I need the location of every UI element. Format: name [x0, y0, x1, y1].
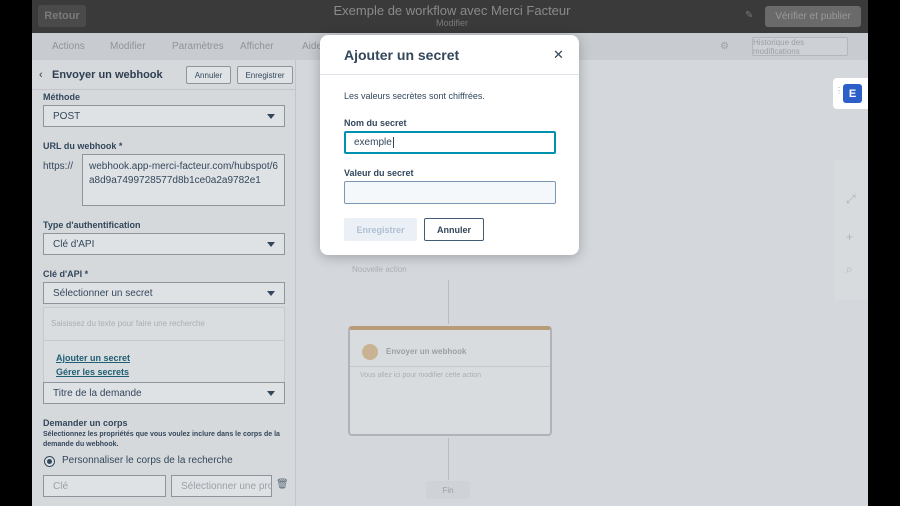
close-icon[interactable]: ✕ [553, 47, 564, 63]
zoom-in-icon[interactable]: + [846, 230, 853, 244]
header-select[interactable]: Titre de la demande [43, 382, 285, 404]
method-select[interactable]: POST [43, 105, 285, 127]
panel-title: Envoyer un webhook [52, 69, 163, 81]
webhook-icon [362, 344, 378, 360]
caret-down-icon [267, 391, 275, 396]
secret-value-label: Valeur du secret [344, 168, 414, 178]
edit-icon[interactable]: ✎ [745, 10, 755, 21]
panel-cancel-button[interactable]: Annuler [186, 66, 231, 84]
menu-item-view[interactable]: Afficher [240, 41, 274, 52]
workflow-subtitle: Modifier [435, 18, 468, 28]
body-label: Demander un corps [43, 418, 128, 428]
api-key-label: Clé d'API * [43, 269, 89, 279]
panel-save-button[interactable]: Enregistrer [237, 66, 293, 84]
modal-title: Ajouter un secret [344, 47, 460, 63]
card-title: Envoyer un webhook [386, 347, 467, 356]
settings-icon[interactable]: ⚙ [720, 41, 729, 52]
method-label: Méthode [43, 92, 80, 102]
expand-icon[interactable]: ⤢ [846, 192, 856, 207]
card-text: Vous allez ici pour modifier cette actio… [360, 372, 482, 379]
api-key-select[interactable]: Sélectionner un secret [43, 282, 285, 304]
panel-header: ‹ Envoyer un webhook Annuler Enregistrer [32, 60, 296, 90]
caret-down-icon [267, 291, 275, 296]
menu-item-settings[interactable]: Paramètres [172, 41, 224, 52]
workflow-title[interactable]: Exemple de workflow avec Merci Facteur [322, 3, 582, 18]
add-secret-modal: Ajouter un secret ✕ Les valeurs secrètes… [320, 35, 579, 255]
divider [350, 366, 550, 367]
header-value: Titre de la demande [53, 387, 142, 399]
drag-handle-icon[interactable]: ⋮ [835, 87, 843, 95]
back-button[interactable]: Retour [38, 5, 86, 27]
customize-body-radio[interactable] [44, 456, 55, 467]
key-input[interactable]: Clé [43, 475, 166, 497]
body-description: Sélectionnez les propriétés que vous vou… [43, 431, 280, 448]
zoom-search-icon[interactable]: ⌕ [846, 262, 853, 277]
extension-widget[interactable]: ⋮ E [833, 78, 868, 109]
history-button[interactable]: Historique des modifications [752, 37, 848, 56]
secret-dropdown: Saisissez du texte pour faire une recher… [43, 307, 285, 387]
property-select[interactable]: Sélectionner une propriété [171, 475, 272, 497]
method-value: POST [53, 110, 81, 122]
url-label: URL du webhook * [43, 141, 123, 151]
trash-icon[interactable]: 🗑 [276, 479, 289, 490]
webhook-action-card[interactable]: Envoyer un webhook Vous allez ici pour m… [348, 326, 552, 436]
auth-select[interactable]: Clé d'API [43, 233, 285, 255]
customize-body-label: Personnaliser le corps de la recherche [62, 455, 233, 466]
connector-line [448, 438, 449, 480]
auth-label: Type d'authentification [43, 220, 141, 230]
end-node[interactable]: Fin [426, 481, 470, 499]
api-key-value: Sélectionner un secret [53, 287, 153, 299]
text-cursor [392, 137, 394, 148]
add-secret-link[interactable]: Ajouter un secret [56, 353, 130, 363]
canvas-node-row[interactable]: Nouvelle action [352, 265, 407, 274]
action-panel: ‹ Envoyer un webhook Annuler Enregistrer… [32, 60, 296, 506]
url-prefix: https:// [43, 161, 74, 172]
menu-item-help[interactable]: Aide [302, 41, 322, 52]
secret-search-input[interactable]: Saisissez du texte pour faire une recher… [51, 319, 205, 328]
caret-down-icon [267, 114, 275, 119]
caret-down-icon [267, 242, 275, 247]
canvas-row-text: Nouvelle action [352, 265, 407, 274]
divider [44, 340, 284, 341]
menu-item-actions[interactable]: Actions [52, 41, 85, 52]
chevron-left-icon[interactable]: ‹ [39, 69, 43, 81]
modal-save-button[interactable]: Enregistrer [344, 218, 417, 241]
modal-cancel-button[interactable]: Annuler [424, 218, 484, 241]
review-publish-button[interactable]: Vérifier et publier [765, 6, 861, 27]
menu-item-edit[interactable]: Modifier [110, 41, 146, 52]
secret-name-input[interactable]: exemple [344, 131, 556, 154]
secret-name-value: exemple [354, 137, 392, 148]
divider [320, 74, 579, 75]
modal-note: Les valeurs secrètes sont chiffrées. [344, 91, 485, 101]
secret-value-input[interactable] [344, 181, 556, 204]
url-input[interactable]: webhook.app-merci-facteur.com/hubspot/6a… [82, 154, 285, 206]
connector-line [448, 280, 449, 324]
manage-secrets-link[interactable]: Gérer les secrets [56, 367, 129, 377]
top-bar: Retour Exemple de workflow avec Merci Fa… [32, 0, 868, 33]
secret-name-label: Nom du secret [344, 118, 407, 128]
extension-logo-icon[interactable]: E [843, 84, 862, 103]
auth-value: Clé d'API [53, 238, 95, 250]
